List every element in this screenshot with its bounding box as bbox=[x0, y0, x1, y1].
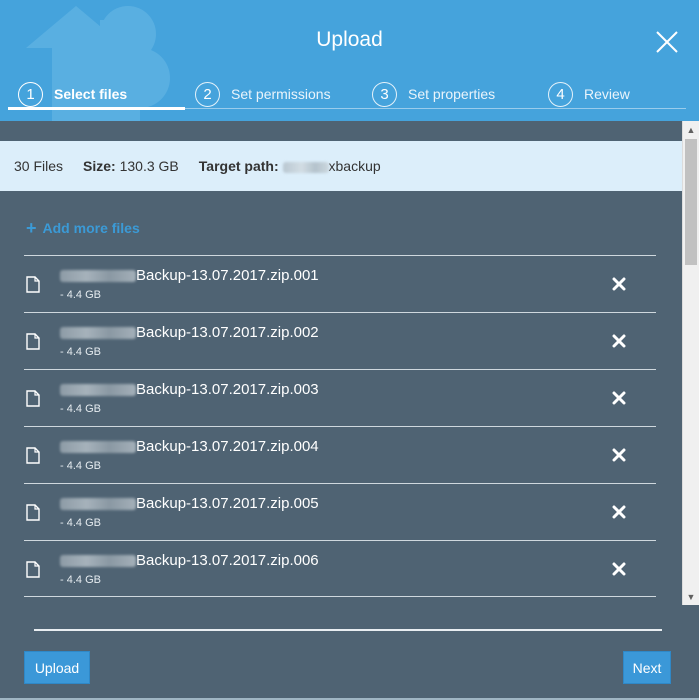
step-number: 3 bbox=[372, 81, 397, 107]
file-row: Backup-13.07.2017.zip.001 - 4.4 GB bbox=[24, 255, 656, 312]
step-number: 4 bbox=[548, 81, 573, 107]
target-path-value: xbackup bbox=[328, 158, 381, 174]
redacted-text bbox=[60, 326, 136, 339]
close-icon[interactable] bbox=[652, 27, 682, 57]
redacted-text bbox=[60, 554, 136, 567]
step-review[interactable]: 4 Review bbox=[548, 78, 630, 110]
step-label: Select files bbox=[54, 86, 128, 102]
remove-icon[interactable] bbox=[612, 334, 626, 348]
file-icon bbox=[26, 504, 40, 521]
file-icon bbox=[26, 276, 40, 293]
file-icon bbox=[26, 390, 40, 407]
scroll-up-arrow-icon[interactable]: ▲ bbox=[683, 121, 699, 138]
file-size: - 4.4 GB bbox=[60, 289, 101, 301]
file-row: Backup-13.07.2017.zip.003 - 4.4 GB bbox=[24, 369, 656, 426]
file-name: Backup-13.07.2017.zip.006 bbox=[60, 552, 319, 569]
file-row: Backup-13.07.2017.zip.006 - 4.4 GB bbox=[24, 540, 656, 597]
next-button[interactable]: Next bbox=[623, 651, 671, 684]
remove-icon[interactable] bbox=[612, 277, 626, 291]
step-set-permissions[interactable]: 2 Set permissions bbox=[195, 78, 331, 110]
step-select-files[interactable]: 1 Select files bbox=[18, 78, 127, 110]
file-list: Backup-13.07.2017.zip.001 - 4.4 GB Backu… bbox=[24, 255, 656, 598]
redacted-text bbox=[60, 497, 136, 510]
redacted-text bbox=[60, 269, 136, 282]
file-count: 30 Files bbox=[14, 158, 64, 174]
remove-icon[interactable] bbox=[612, 391, 626, 405]
size-label: Size: bbox=[83, 158, 116, 174]
file-icon bbox=[26, 561, 40, 578]
add-more-files-link[interactable]: + Add more files bbox=[26, 219, 140, 237]
wizard-steps: 1 Select files 2 Set permissions 3 Set p… bbox=[0, 78, 699, 114]
modal-title: Upload bbox=[316, 28, 383, 51]
modal-header: Upload 1 Select files 2 Set permissions … bbox=[0, 0, 699, 121]
file-row: Backup-13.07.2017.zip.002 - 4.4 GB bbox=[24, 312, 656, 369]
file-row: Backup-13.07.2017.zip.005 - 4.4 GB bbox=[24, 483, 656, 540]
file-name: Backup-13.07.2017.zip.004 bbox=[60, 438, 319, 455]
file-name: Backup-13.07.2017.zip.005 bbox=[60, 495, 319, 512]
scroll-down-arrow-icon[interactable]: ▼ bbox=[683, 588, 699, 605]
file-icon bbox=[26, 333, 40, 350]
step-label: Review bbox=[584, 86, 630, 102]
step-label: Set properties bbox=[408, 86, 496, 102]
step-set-properties[interactable]: 3 Set properties bbox=[372, 78, 495, 110]
file-size: - 4.4 GB bbox=[60, 346, 101, 358]
footer-divider bbox=[34, 629, 662, 631]
file-name: Backup-13.07.2017.zip.001 bbox=[60, 267, 319, 284]
file-size: - 4.4 GB bbox=[60, 517, 101, 529]
remove-icon[interactable] bbox=[612, 562, 626, 576]
scroll-thumb[interactable] bbox=[685, 139, 697, 265]
step-number: 2 bbox=[195, 81, 220, 107]
file-name: Backup-13.07.2017.zip.002 bbox=[60, 324, 319, 341]
file-icon bbox=[26, 447, 40, 464]
step-label: Set permissions bbox=[231, 86, 331, 102]
vertical-scrollbar[interactable]: ▲ ▼ bbox=[682, 121, 699, 605]
redacted-text bbox=[282, 161, 329, 173]
file-name: Backup-13.07.2017.zip.003 bbox=[60, 381, 319, 398]
redacted-text bbox=[60, 383, 136, 396]
redacted-text bbox=[60, 440, 136, 453]
file-size: - 4.4 GB bbox=[60, 574, 101, 586]
size-value: 130.3 GB bbox=[119, 158, 179, 174]
remove-icon[interactable] bbox=[612, 448, 626, 462]
upload-button[interactable]: Upload bbox=[24, 651, 90, 684]
step-number: 1 bbox=[18, 81, 43, 107]
target-path: Target path: xbackup bbox=[199, 158, 381, 174]
file-size: - 4.4 GB bbox=[60, 403, 101, 415]
total-size: Size: 130.3 GB bbox=[83, 158, 179, 174]
file-size: - 4.4 GB bbox=[60, 460, 101, 472]
upload-summary: 30 Files Size: 130.3 GB Target path: xba… bbox=[0, 141, 683, 191]
add-more-files-label: Add more files bbox=[42, 220, 140, 236]
plus-icon: + bbox=[26, 218, 37, 238]
file-row: Backup-13.07.2017.zip.004 - 4.4 GB bbox=[24, 426, 656, 483]
remove-icon[interactable] bbox=[612, 505, 626, 519]
target-path-label: Target path: bbox=[198, 158, 279, 174]
